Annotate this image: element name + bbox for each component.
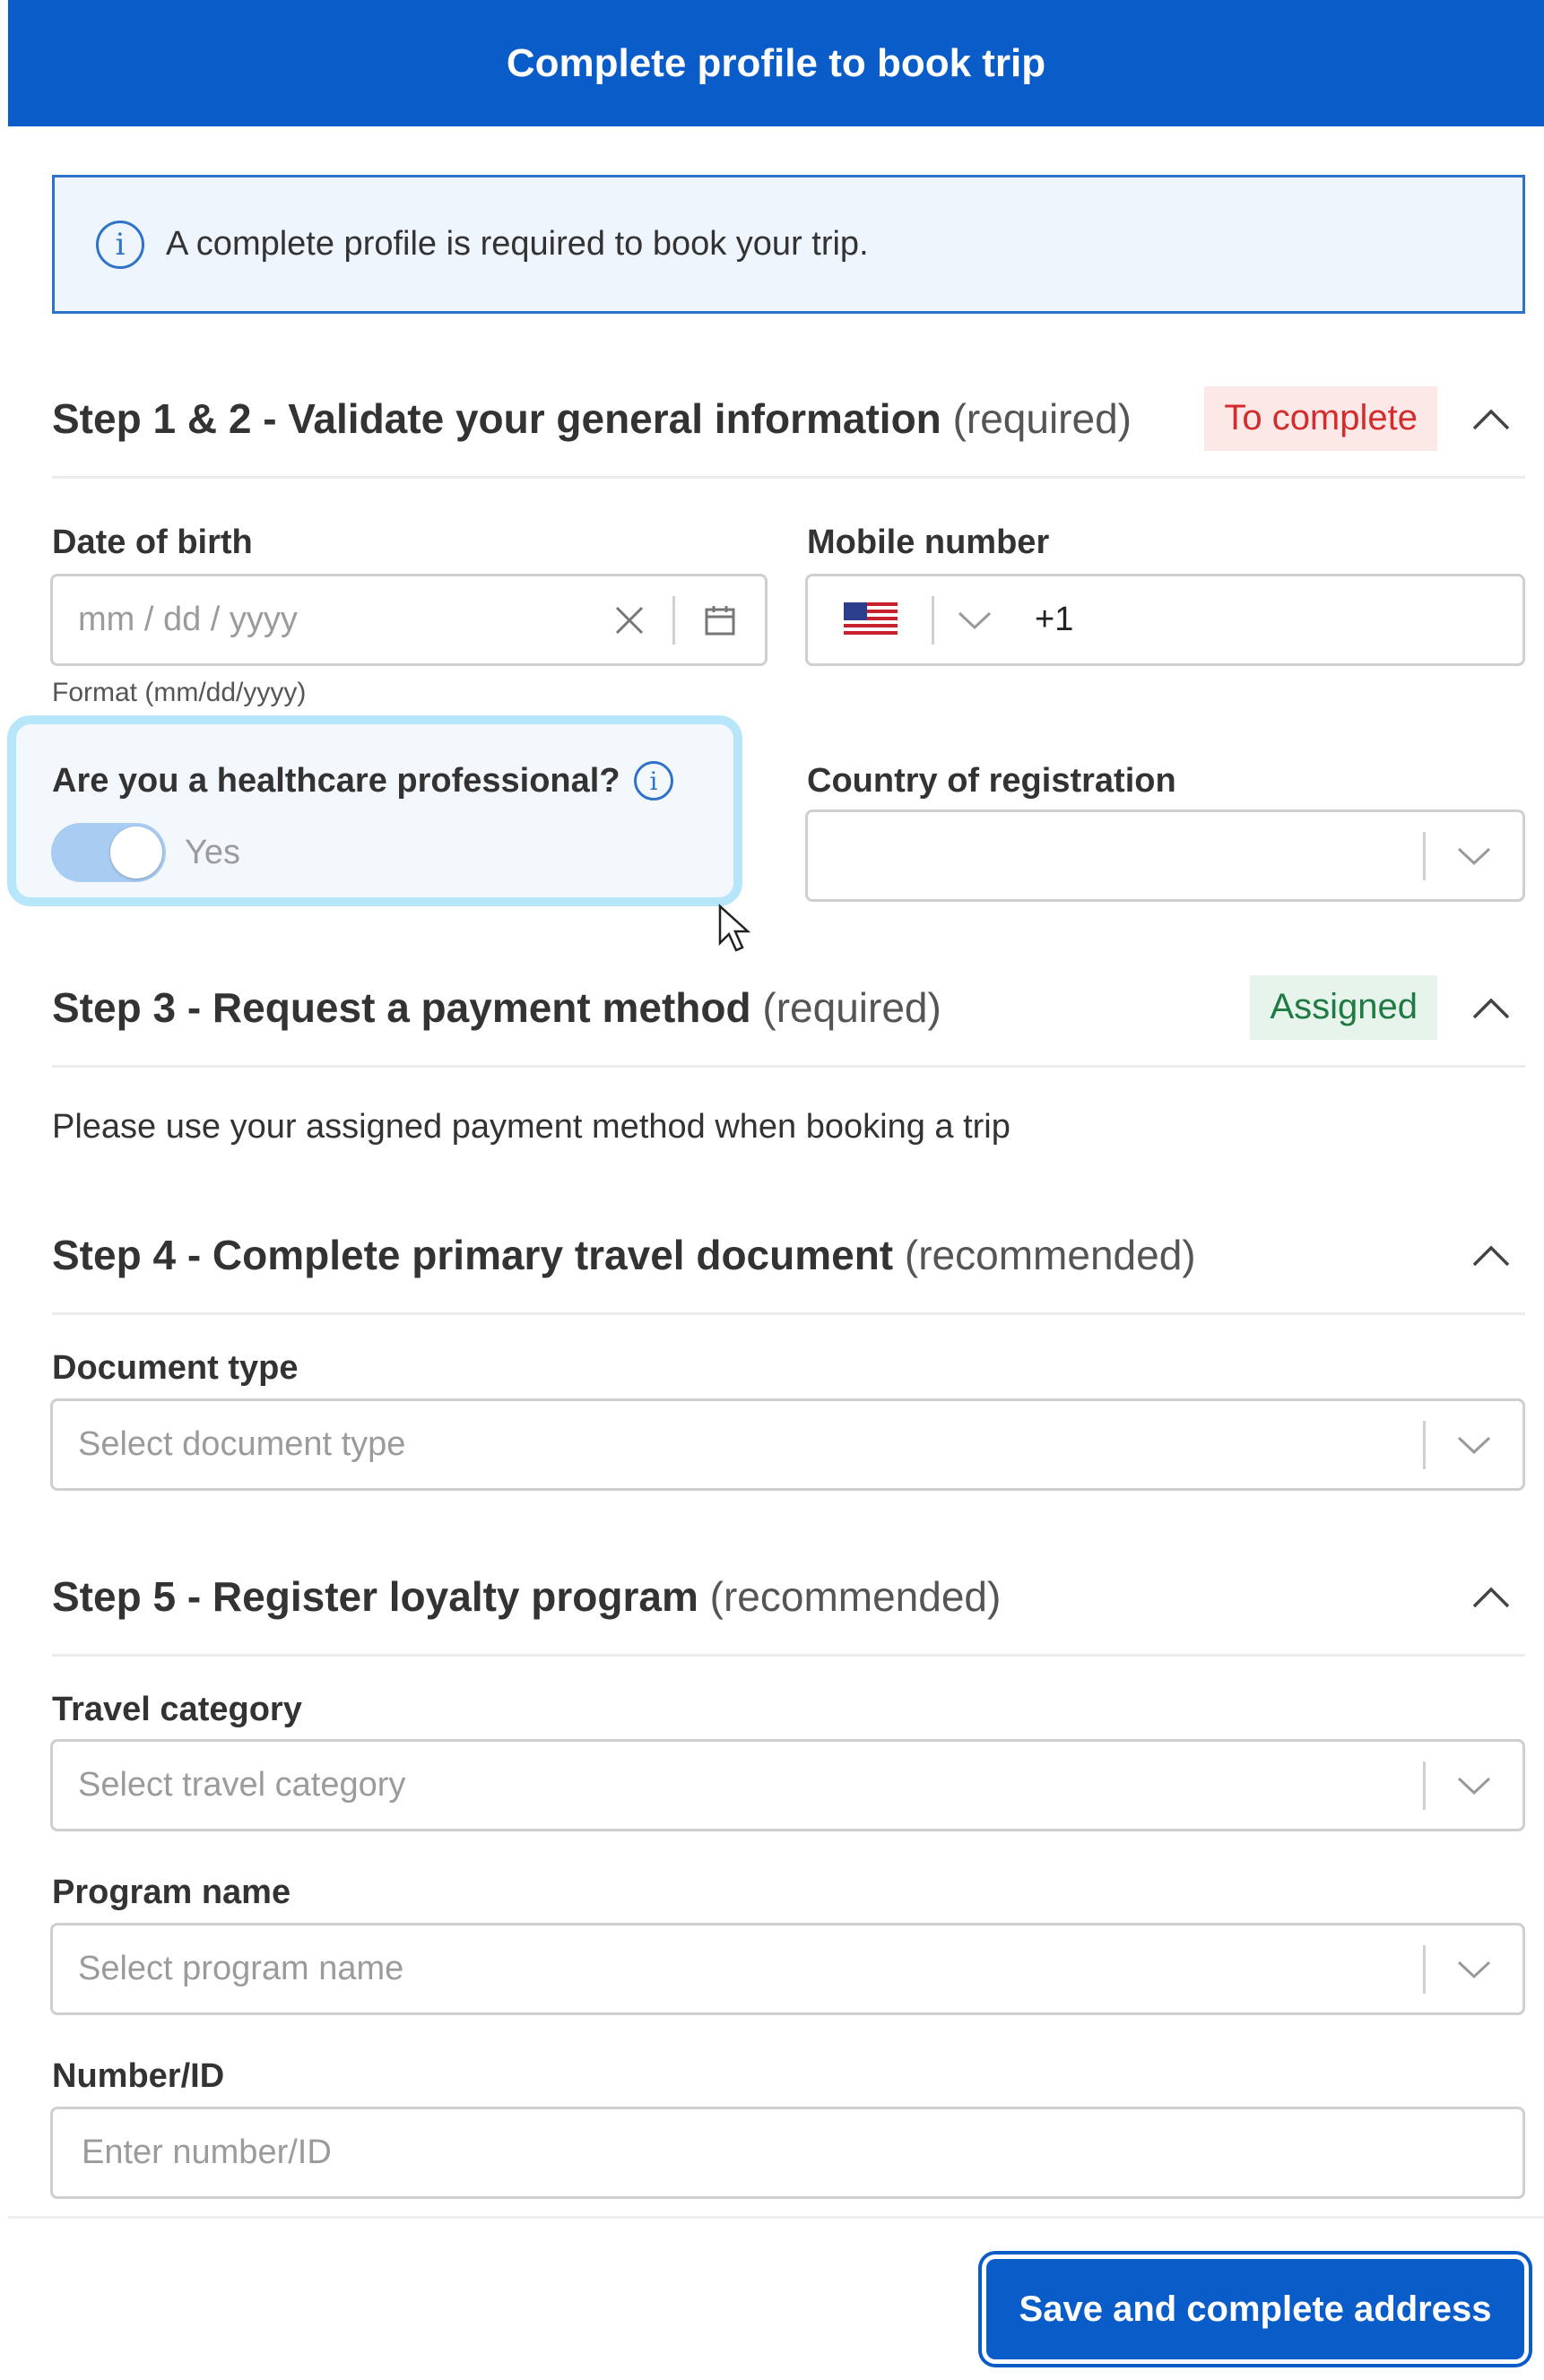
save-and-complete-address-button[interactable]: Save and complete address (986, 2259, 1524, 2359)
section-step-4-header[interactable]: Step 4 - Complete primary travel documen… (52, 1197, 1525, 1315)
page-header: Complete profile to book trip (8, 0, 1544, 126)
number-id-label: Number/ID (52, 2057, 225, 2095)
page-title: Complete profile to book trip (506, 40, 1046, 85)
info-notice-text: A complete profile is required to book y… (166, 225, 869, 263)
document-type-select[interactable]: Select document type (50, 1398, 1525, 1491)
select-placeholder: Select program name (78, 1950, 404, 1987)
healthcare-question-label: Are you a healthcare professional? (52, 762, 620, 800)
travel-category-label: Travel category (52, 1691, 302, 1728)
chevron-up-icon[interactable] (1464, 392, 1518, 446)
clear-icon[interactable] (603, 604, 656, 636)
program-name-select[interactable]: Select program name (50, 1923, 1525, 2015)
number-id-field[interactable]: Enter number/ID (50, 2107, 1525, 2199)
section-step-3-header[interactable]: Step 3 - Request a payment method (requi… (52, 949, 1525, 1068)
select-placeholder: Select document type (78, 1425, 406, 1463)
chevron-down-icon[interactable] (1426, 1776, 1522, 1796)
info-icon: i (96, 220, 144, 269)
status-badge: Assigned (1250, 974, 1437, 1040)
payment-method-text: Please use your assigned payment method … (52, 1108, 1011, 1146)
country-of-registration-label: Country of registration (807, 762, 1176, 800)
date-format-hint: Format (mm/dd/yyyy) (52, 678, 307, 707)
info-icon[interactable]: i (634, 761, 673, 801)
section-title: Step 3 - Request a payment method (requi… (52, 983, 941, 1031)
section-title: Step 5 - Register loyalty program (recom… (52, 1572, 1002, 1620)
us-flag-icon[interactable] (844, 601, 898, 638)
travel-category-select[interactable]: Select travel category (50, 1739, 1525, 1831)
status-badge: To complete (1204, 385, 1437, 451)
mobile-number-field[interactable]: +1 (805, 574, 1525, 666)
date-of-birth-input[interactable]: mm / dd / yyyy (53, 601, 603, 639)
country-code: +1 (1035, 601, 1074, 638)
toggle-knob (110, 827, 162, 878)
country-of-registration-select[interactable] (805, 809, 1525, 902)
info-notice: i A complete profile is required to book… (52, 175, 1525, 314)
date-of-birth-field[interactable]: mm / dd / yyyy (50, 574, 768, 666)
section-title: Step 1 & 2 - Validate your general infor… (52, 394, 1132, 442)
chevron-down-icon[interactable] (1426, 1435, 1522, 1455)
number-id-input[interactable]: Enter number/ID (53, 2133, 1522, 2172)
healthcare-toggle[interactable] (51, 823, 166, 882)
mobile-number-label: Mobile number (807, 524, 1050, 561)
select-placeholder: Select travel category (78, 1766, 406, 1804)
section-step-1-2-header[interactable]: Step 1 & 2 - Validate your general infor… (52, 360, 1525, 479)
chevron-up-icon[interactable] (1464, 1570, 1518, 1623)
chevron-up-icon[interactable] (1464, 1228, 1518, 1282)
toggle-label: Yes (185, 834, 240, 871)
country-chevron-down-icon[interactable] (934, 610, 1015, 630)
document-type-label: Document type (52, 1349, 299, 1387)
program-name-label: Program name (52, 1874, 291, 1911)
section-title: Step 4 - Complete primary travel documen… (52, 1231, 1196, 1278)
footer-divider (8, 2216, 1544, 2219)
chevron-down-icon[interactable] (1426, 1960, 1522, 1979)
calendar-icon[interactable] (675, 603, 765, 637)
section-step-5-header[interactable]: Step 5 - Register loyalty program (recom… (52, 1538, 1525, 1657)
chevron-up-icon[interactable] (1464, 981, 1518, 1034)
date-of-birth-label: Date of birth (52, 524, 253, 561)
chevron-down-icon[interactable] (1426, 846, 1522, 866)
